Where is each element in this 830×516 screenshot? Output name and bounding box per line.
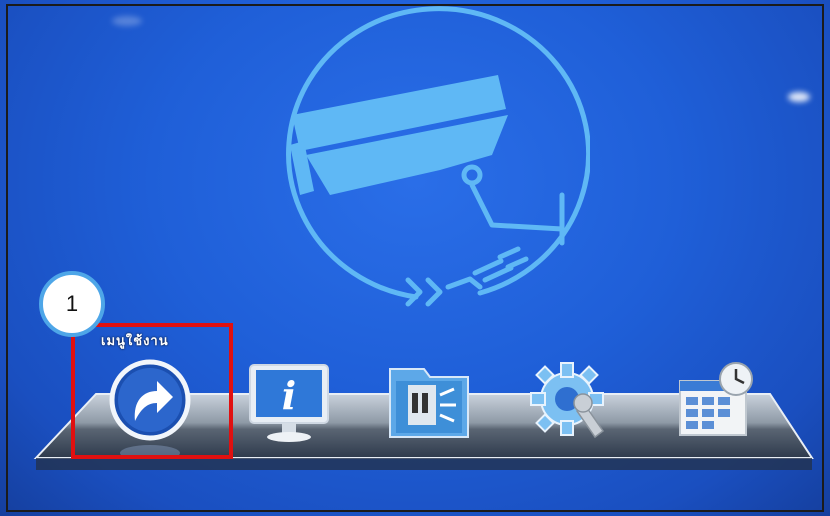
calendar-clock-icon <box>679 362 753 436</box>
film-folder-icon <box>389 368 469 438</box>
playback-button[interactable] <box>384 355 474 455</box>
cctv-camera-logo <box>286 6 590 307</box>
highlight-box <box>71 323 233 459</box>
schedule-button[interactable] <box>670 355 760 455</box>
svg-text:i: i <box>282 373 296 418</box>
dvr-screen: i เมนูใช้งาน 1 <box>0 0 830 516</box>
screen-glare <box>788 92 810 102</box>
system-info-button[interactable]: i <box>244 355 334 455</box>
screen-glare <box>112 16 142 26</box>
step-badge: 1 <box>39 271 105 337</box>
gear-wrench-icon <box>530 362 605 439</box>
monitor-info-icon: i <box>249 364 329 442</box>
settings-button[interactable] <box>525 355 615 455</box>
